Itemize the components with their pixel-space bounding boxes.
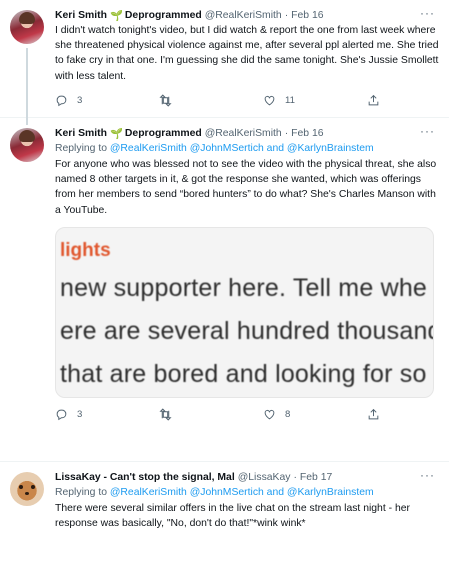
display-name-badge[interactable]: Deprogrammed bbox=[125, 10, 202, 21]
tweet-text: There were several similar offers in the… bbox=[55, 503, 410, 530]
display-name-badge[interactable]: Deprogrammed bbox=[125, 128, 202, 139]
share-button[interactable] bbox=[367, 408, 380, 421]
like-count: 8 bbox=[285, 409, 291, 421]
replying-to-mentions[interactable]: @RealKeriSmith @JohnMSertich and @Karlyn… bbox=[110, 143, 374, 154]
image-text-line: ere are several hundred thousand bbox=[60, 316, 434, 345]
separator-dot: · bbox=[284, 127, 289, 139]
display-name[interactable]: Keri Smith bbox=[55, 128, 107, 139]
thread-connector-line bbox=[26, 48, 28, 125]
image-text-line: that are bored and looking for so bbox=[60, 359, 427, 388]
retweet-button[interactable] bbox=[159, 94, 263, 107]
like-button[interactable]: 8 bbox=[263, 408, 367, 421]
tweet[interactable]: ··· Keri Smith 🌱 Deprogrammed @RealKeriS… bbox=[0, 118, 449, 462]
tweet-text: I didn't watch tonight's video, but I di… bbox=[55, 25, 439, 82]
timestamp[interactable]: Feb 16 bbox=[291, 128, 323, 139]
more-icon[interactable]: ··· bbox=[420, 6, 435, 20]
display-name[interactable]: Keri Smith bbox=[55, 10, 107, 21]
tweet[interactable]: ··· LissaKay - Can't stop the signal, Ma… bbox=[0, 462, 449, 578]
more-icon[interactable]: ··· bbox=[420, 124, 435, 138]
user-handle[interactable]: @RealKeriSmith bbox=[205, 10, 282, 21]
tweet-image[interactable]: lights new supporter here. Tell me whe e… bbox=[55, 226, 434, 398]
retweet-icon bbox=[159, 94, 172, 107]
replying-to-mentions[interactable]: @RealKeriSmith @JohnMSertich and @Karlyn… bbox=[110, 487, 374, 498]
reply-icon bbox=[56, 95, 67, 107]
separator-dot: · bbox=[284, 9, 289, 21]
reply-icon bbox=[56, 409, 67, 421]
sprout-icon: 🌱 bbox=[109, 128, 123, 140]
sprout-icon: 🌱 bbox=[109, 10, 123, 22]
reply-button[interactable]: 3 bbox=[55, 408, 159, 421]
timestamp[interactable]: Feb 16 bbox=[291, 10, 323, 21]
like-count: 11 bbox=[285, 95, 295, 107]
tweet-text: For anyone who was blessed not to see th… bbox=[55, 159, 437, 216]
replying-to: Replying to @RealKeriSmith @JohnMSertich… bbox=[55, 142, 439, 156]
reply-count: 3 bbox=[77, 95, 83, 107]
like-icon bbox=[264, 410, 275, 420]
avatar[interactable] bbox=[10, 128, 44, 162]
share-button[interactable] bbox=[367, 94, 380, 107]
share-icon bbox=[368, 409, 379, 420]
replying-to: Replying to @RealKeriSmith @JohnMSertich… bbox=[55, 486, 439, 500]
tweet-header: LissaKay - Can't stop the signal, Mal @L… bbox=[55, 470, 439, 484]
retweet-button[interactable] bbox=[159, 408, 263, 421]
replying-to-label: Replying to bbox=[55, 143, 107, 154]
replying-to-label: Replying to bbox=[55, 487, 107, 498]
image-heading-text: lights bbox=[60, 239, 111, 261]
user-handle[interactable]: @RealKeriSmith bbox=[205, 128, 282, 139]
avatar[interactable] bbox=[10, 472, 44, 506]
more-icon[interactable]: ··· bbox=[420, 468, 435, 482]
user-handle[interactable]: @LissaKay bbox=[238, 472, 291, 483]
like-icon bbox=[264, 96, 275, 106]
timestamp[interactable]: Feb 17 bbox=[300, 472, 332, 483]
retweet-icon bbox=[159, 408, 172, 421]
display-name[interactable]: LissaKay - Can't stop the signal, Mal bbox=[55, 472, 235, 483]
like-button[interactable]: 11 bbox=[263, 94, 367, 107]
action-bar: 3 8 bbox=[55, 400, 439, 430]
tweet[interactable]: ··· Keri Smith 🌱 Deprogrammed @RealKeriS… bbox=[0, 0, 449, 125]
avatar[interactable] bbox=[10, 10, 44, 44]
reply-count: 3 bbox=[77, 409, 83, 421]
tweet-header: Keri Smith 🌱 Deprogrammed @RealKeriSmith… bbox=[55, 126, 439, 140]
image-text-line: new supporter here. Tell me whe bbox=[60, 273, 428, 302]
reply-button[interactable]: 3 bbox=[55, 94, 159, 107]
tweet-header: Keri Smith 🌱 Deprogrammed @RealKeriSmith… bbox=[55, 8, 439, 22]
action-bar: 3 11 bbox=[55, 86, 439, 116]
share-icon bbox=[368, 95, 379, 106]
separator-dot: · bbox=[293, 471, 297, 483]
